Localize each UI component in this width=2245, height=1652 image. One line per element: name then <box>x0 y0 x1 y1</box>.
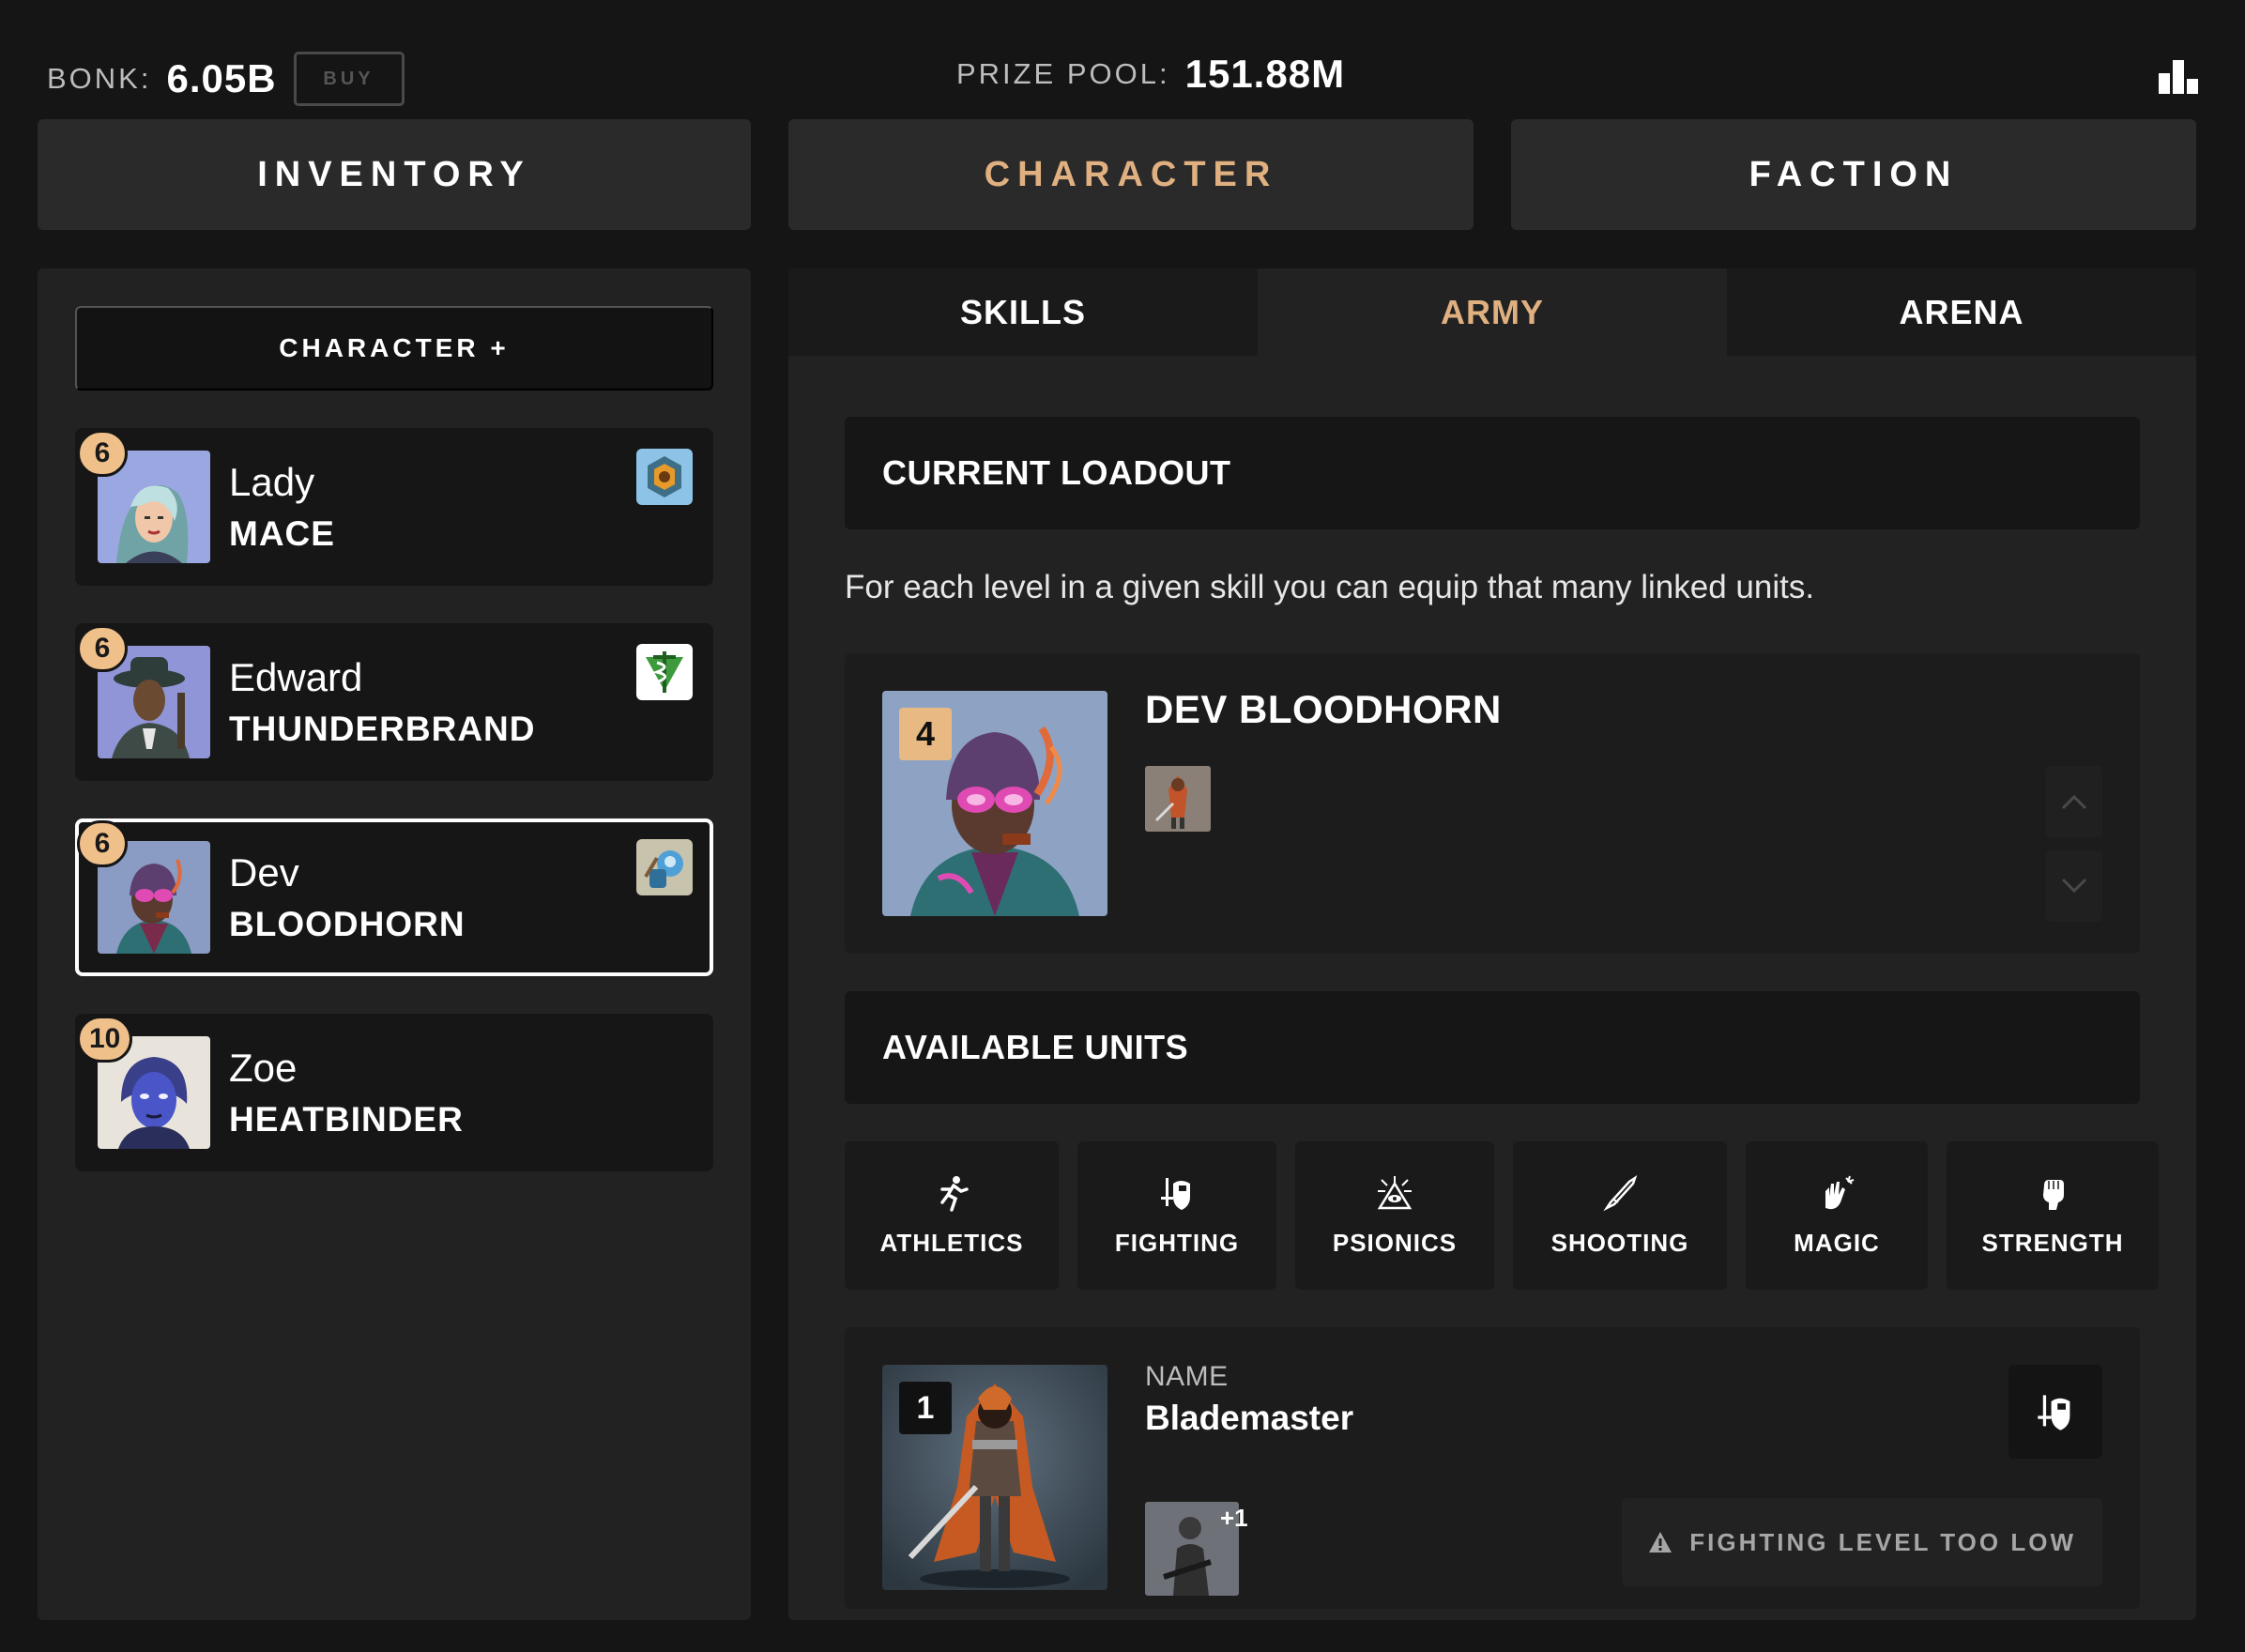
level-badge: 1 <box>899 1382 952 1434</box>
skill-label: FIGHTING <box>1114 1228 1240 1257</box>
warning-message: FIGHTING LEVEL TOO LOW <box>1622 1498 2102 1586</box>
character-first-name: Dev <box>229 850 299 895</box>
tab-skills[interactable]: SKILLS <box>788 268 1258 356</box>
skill-label: PSIONICS <box>1332 1228 1458 1257</box>
extra-unit-count: +1 <box>1220 1504 1248 1532</box>
filter-strength[interactable]: STRENGTH <box>1947 1141 2159 1290</box>
rifle-icon <box>1603 1174 1638 1211</box>
level-badge: 4 <box>899 708 952 760</box>
sword-shield-icon <box>1161 1177 1190 1210</box>
skill-label: ATHLETICS <box>879 1228 1024 1257</box>
level-badge: 6 <box>77 820 128 867</box>
character-first-name: Zoe <box>229 1046 298 1090</box>
level-badge: 6 <box>77 625 128 672</box>
warning-icon <box>1649 1532 1672 1553</box>
tab-faction[interactable]: FACTION <box>1511 119 2196 230</box>
running-icon <box>940 1175 969 1212</box>
filter-shooting[interactable]: SHOOTING <box>1513 1141 1727 1290</box>
sub-tab-bar: SKILLS ARMY ARENA <box>788 268 2196 356</box>
character-last-name: MACE <box>229 514 335 553</box>
prize-pool-label: PRIZE POOL: <box>955 57 1170 90</box>
filter-athletics[interactable]: ATHLETICS <box>845 1141 1059 1290</box>
green-caduceus-icon <box>636 644 693 700</box>
character-first-name: Edward <box>229 655 363 699</box>
warning-text: FIGHTING LEVEL TOO LOW <box>1689 1527 2076 1556</box>
loadout-card: 4 DEV BLOODHORN <box>845 653 2140 954</box>
unit-portrait: 1 <box>882 1365 1107 1590</box>
add-character-button[interactable]: CHARACTER + <box>75 306 713 390</box>
loadout-character-name: DEV BLOODHORN <box>1145 687 1502 731</box>
tab-arena[interactable]: ARENA <box>1727 268 2196 356</box>
tab-character[interactable]: CHARACTER <box>788 119 1474 230</box>
chevron-down-icon[interactable] <box>2046 850 2102 922</box>
level-badge: 10 <box>77 1016 133 1063</box>
prize-pool: PRIZE POOL: 151.88M <box>0 52 2245 97</box>
current-loadout-header: CURRENT LOADOUT <box>845 417 2140 529</box>
character-last-name: THUNDERBRAND <box>229 710 536 748</box>
character-detail-panel: SKILLS ARMY ARENA CURRENT LOADOUT For ea… <box>788 268 2196 1620</box>
loadout-character-portrait: 4 <box>882 691 1107 916</box>
tab-army[interactable]: ARMY <box>1258 268 1727 356</box>
skill-label: STRENGTH <box>1981 1228 2124 1257</box>
character-last-name: BLOODHORN <box>229 905 466 943</box>
skill-label: SHOOTING <box>1550 1228 1689 1257</box>
fist-icon <box>2043 1179 2064 1210</box>
character-last-name: HEATBINDER <box>229 1100 464 1139</box>
filter-psionics[interactable]: PSIONICS <box>1295 1141 1494 1290</box>
top-bar: BONK: 6.05B BUY PRIZE POOL: 151.88M <box>0 0 2245 118</box>
character-card-zoe-heatbinder[interactable]: 10 Zoe HEATBINDER <box>75 1014 713 1171</box>
magic-hand-icon <box>1825 1175 1855 1209</box>
prize-pool-value: 151.88M <box>1184 52 1346 96</box>
chevron-up-icon[interactable] <box>2046 766 2102 837</box>
filter-magic[interactable]: MAGIC <box>1746 1141 1928 1290</box>
character-card-edward-thunderbrand[interactable]: 6 Edward THUNDERBRAND <box>75 623 713 781</box>
bar-chart-icon[interactable] <box>2159 60 2198 94</box>
filter-fighting[interactable]: FIGHTING <box>1077 1141 1276 1290</box>
level-badge: 6 <box>77 430 128 477</box>
equipped-unit-thumbnail[interactable] <box>1145 766 1211 832</box>
character-list-panel: CHARACTER + 6 Lady MACE 6 Edward THUNDER… <box>38 268 751 1620</box>
skill-label: MAGIC <box>1794 1228 1880 1257</box>
all-seeing-eye-icon <box>1377 1175 1413 1209</box>
sword-shield-icon[interactable] <box>2008 1365 2102 1459</box>
tab-inventory[interactable]: INVENTORY <box>38 119 751 230</box>
character-card-lady-mace[interactable]: 6 Lady MACE <box>75 428 713 586</box>
unit-card-blademaster[interactable]: 1 NAME Blademaster +1 FIGHTING LEVEL TOO… <box>845 1327 2140 1609</box>
hexagon-crest-icon <box>636 449 693 505</box>
character-card-dev-bloodhorn[interactable]: 6 Dev BLOODHORN <box>75 818 713 976</box>
blue-robot-icon <box>636 839 693 895</box>
character-first-name: Lady <box>229 460 315 504</box>
unit-name-label: NAME <box>1145 1361 1229 1392</box>
loadout-description: For each level in a given skill you can … <box>845 569 1815 605</box>
available-units-header: AVAILABLE UNITS <box>845 991 2140 1104</box>
unit-name: Blademaster <box>1145 1399 1354 1437</box>
